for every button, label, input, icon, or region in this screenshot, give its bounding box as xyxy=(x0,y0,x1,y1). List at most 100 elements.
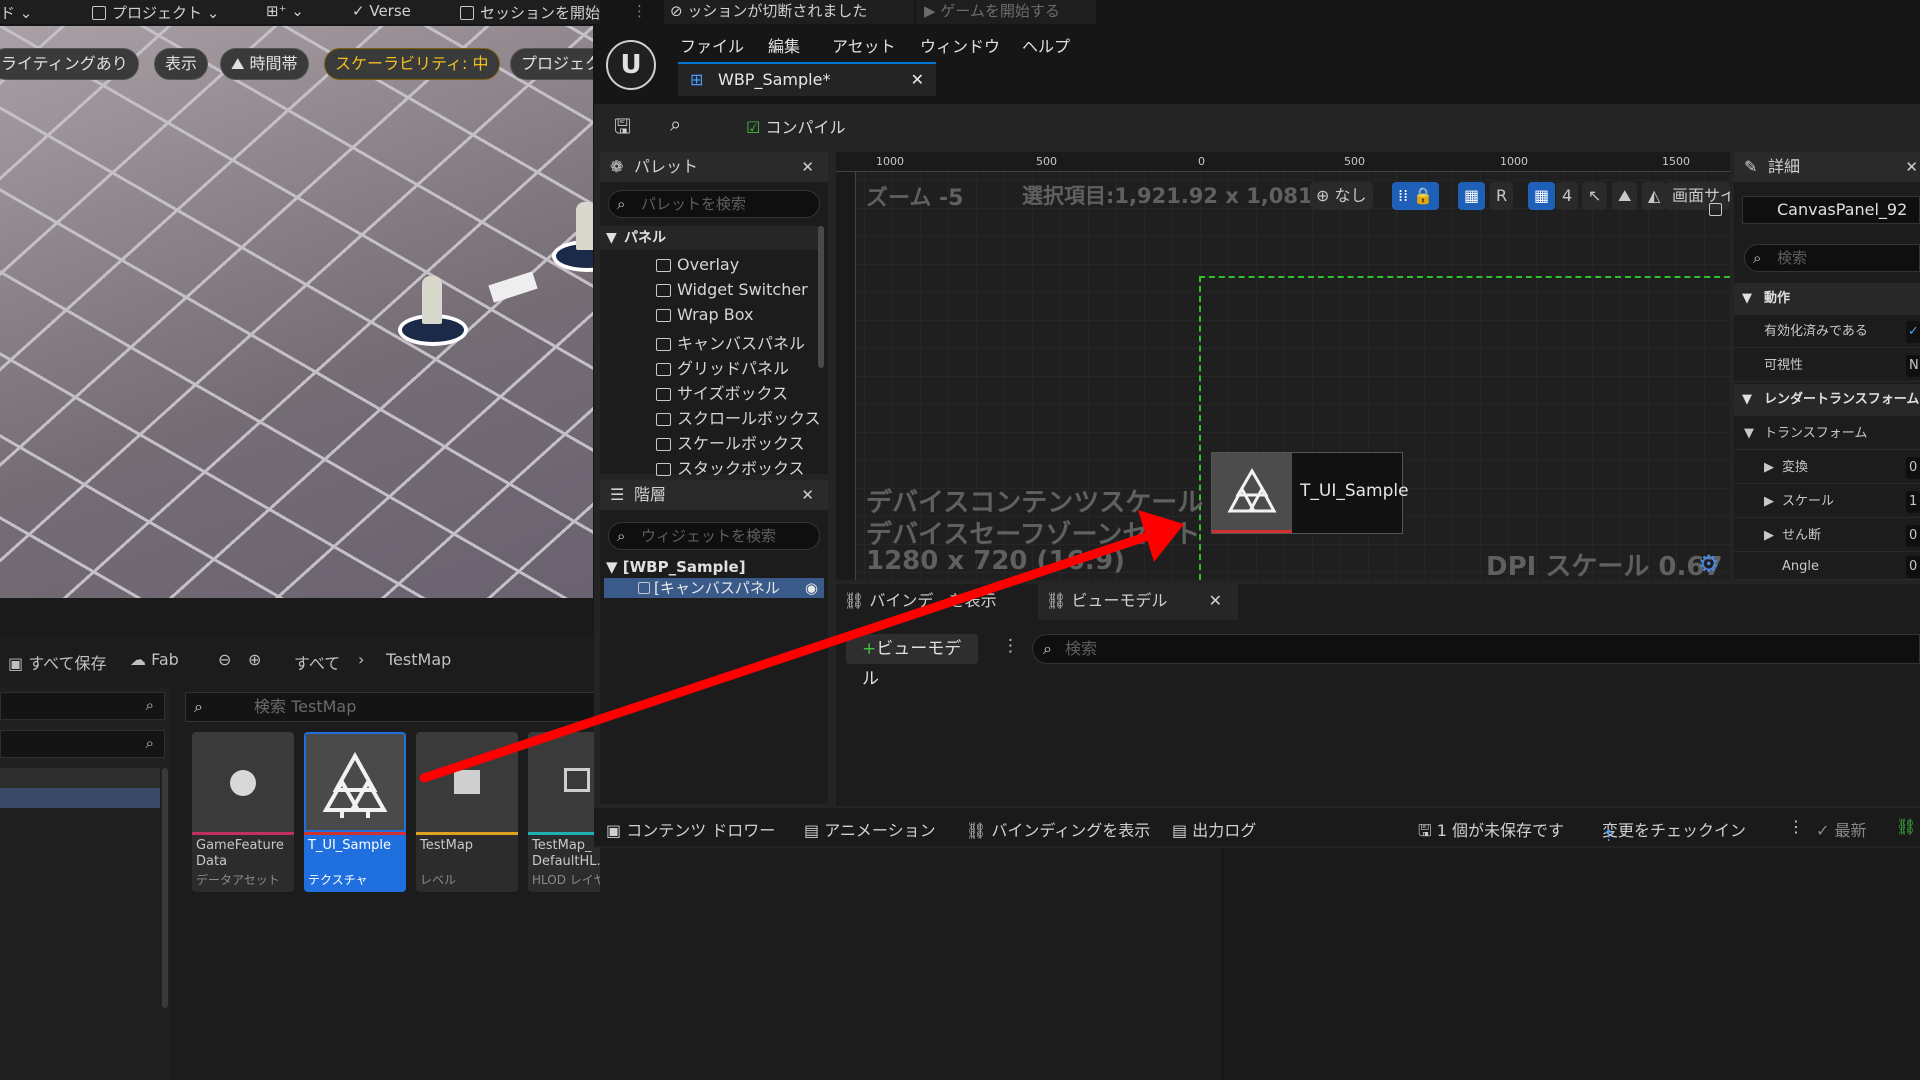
menu-edit[interactable]: 編集 xyxy=(768,33,800,57)
tab-bindings[interactable]: ⛓ バインデ...を表示 xyxy=(836,584,1036,620)
history-forward-icon[interactable]: ⊕ xyxy=(248,650,261,669)
fab-button[interactable]: ☁ Fab xyxy=(130,650,179,669)
layout-toggle[interactable]: ▦ xyxy=(1458,182,1486,210)
section-behavior[interactable]: ▼ 動作 xyxy=(1734,283,1920,315)
respect-locks-toggle[interactable]: R xyxy=(1490,182,1514,210)
palette-item-grid-panel[interactable]: グリッドパネル xyxy=(656,355,789,379)
folder-row-selected[interactable] xyxy=(0,788,160,808)
scrollbar[interactable] xyxy=(162,768,168,1008)
details-search-input[interactable]: ⌕ 検索 xyxy=(1744,244,1920,272)
grid-snap-toggle[interactable]: ▦ xyxy=(1528,182,1556,210)
save-icon[interactable]: 🖫 xyxy=(614,112,631,146)
enabled-checkbox[interactable]: ✓ xyxy=(1906,321,1920,343)
dropdown-chevron-icon[interactable]: ド ⌄ xyxy=(0,2,32,23)
scalability-pill[interactable]: スケーラビリティ: 中 xyxy=(324,48,500,80)
localization-dropdown[interactable]: ⊕ なし xyxy=(1310,182,1373,210)
unreal-logo-icon[interactable]: U xyxy=(606,40,656,90)
save-all-button[interactable]: ▣ すべて保存 xyxy=(8,650,106,674)
palette-item-wrap-box[interactable]: Wrap Box xyxy=(656,305,753,324)
palette-item-scale-box[interactable]: スケールボックス xyxy=(656,430,805,454)
character-spawner-1[interactable] xyxy=(398,276,468,346)
row-shear[interactable]: ▶ せん断 0 xyxy=(1734,520,1920,552)
palette-item-size-box[interactable]: サイズボックス xyxy=(656,380,788,404)
asset-tile-t-ui-sample[interactable]: T_UI_Sample テクスチャ xyxy=(304,732,406,892)
session-start-button[interactable]: セッションを開始 xyxy=(460,2,600,23)
palette-item-widget-switcher[interactable]: Widget Switcher xyxy=(656,280,808,299)
checkin-button[interactable]: ⇡ 変更をチェックイン xyxy=(1602,817,1746,845)
breadcrumb-root[interactable]: すべて xyxy=(294,650,340,674)
sync-latest-button[interactable]: ✓ 最新 xyxy=(1816,817,1867,841)
row-transform[interactable]: ▼ トランスフォーム xyxy=(1734,418,1920,450)
canvas-panel-bounds[interactable] xyxy=(1199,276,1730,580)
folder-row[interactable] xyxy=(0,768,160,788)
row-angle[interactable]: Angle 0 xyxy=(1734,554,1920,580)
unsaved-indicator-button[interactable]: 🖫 1 個が未保存です xyxy=(1418,817,1564,847)
row-translation[interactable]: ▶ 変換 0 xyxy=(1734,452,1920,484)
grid-size-value[interactable]: 4 xyxy=(1556,182,1579,210)
palette-item-stack-box[interactable]: スタックボックス xyxy=(656,455,805,479)
character-spawner-2[interactable] xyxy=(552,202,593,272)
folder-search-input[interactable]: ⌕ xyxy=(0,692,165,720)
menu-window[interactable]: ウィンドウ xyxy=(920,33,1000,57)
asset-search-input[interactable]: ⌕ 検索 TestMap xyxy=(185,692,600,722)
output-log-button[interactable]: ▤ 出力ログ xyxy=(1172,817,1256,841)
palette-search-input[interactable]: ⌕ パレットを検索 xyxy=(608,190,820,218)
palette-scrollbar[interactable] xyxy=(818,226,824,368)
dpi-settings-gear-icon[interactable]: ⚙ xyxy=(1698,550,1720,578)
dropped-image-widget[interactable]: T_UI_Sample xyxy=(1211,452,1409,534)
palette-item-canvas-panel[interactable]: キャンバスパネル xyxy=(656,330,805,354)
lock-toggle[interactable]: ⁞⁞ 🔒 xyxy=(1392,182,1440,210)
details-close-icon[interactable]: ✕ xyxy=(1905,152,1918,182)
show-pill[interactable]: 表示 xyxy=(154,48,209,80)
angle-value[interactable]: 0 xyxy=(1906,556,1920,578)
source-control-icon[interactable]: ⛓ xyxy=(1896,817,1916,836)
cursor-tool-icon[interactable]: ↖ xyxy=(1582,182,1608,210)
add-viewmodel-button[interactable]: +ビューモデル xyxy=(846,634,978,689)
palette-item-overlay[interactable]: Overlay xyxy=(656,255,739,274)
menu-asset[interactable]: アセット xyxy=(832,33,896,57)
tab-close-icon[interactable]: ✕ xyxy=(1209,584,1222,618)
palette-category-panel[interactable]: ▼ パネル xyxy=(600,226,820,250)
animation-button[interactable]: ▤ アニメーション xyxy=(804,817,936,841)
more-options-icon[interactable]: ⋮ xyxy=(1002,636,1019,656)
flip-tool-icon[interactable]: ◭ xyxy=(1642,182,1667,210)
level-viewport[interactable]: ライティングあり 表示 ⛰ 時間帯 スケーラビリティ: 中 プロジェク xyxy=(0,26,593,598)
tab-wbp-sample[interactable]: ⊞ WBP_Sample* ✕ xyxy=(678,62,936,96)
section-render-transform[interactable]: ▼ レンダートランスフォーム xyxy=(1734,384,1920,416)
add-content-button[interactable]: ⊞⁺ ⌄ xyxy=(266,2,304,20)
menu-file[interactable]: ファイル xyxy=(680,33,744,57)
more-icon[interactable]: ⋮ xyxy=(632,2,647,20)
more-icon[interactable]: ⋮ xyxy=(1788,817,1804,836)
scale-value[interactable]: 1 xyxy=(1906,491,1920,513)
breadcrumb-current[interactable]: TestMap xyxy=(386,650,451,669)
palette-close-icon[interactable]: ✕ xyxy=(801,152,814,182)
asset-tile-testmap[interactable]: TestMap レベル xyxy=(416,732,518,892)
time-of-day-pill[interactable]: ⛰ 時間帯 xyxy=(220,48,309,80)
lighting-pill[interactable]: ライティングあり xyxy=(0,48,139,80)
tab-viewmodel[interactable]: ⛓ ビューモデル ✕ xyxy=(1038,584,1238,620)
menu-help[interactable]: ヘルプ xyxy=(1022,33,1070,57)
hierarchy-close-icon[interactable]: ✕ xyxy=(801,480,814,510)
compile-button[interactable]: ☑ コンパイル xyxy=(746,114,845,138)
hierarchy-item-canvas-panel[interactable]: [キャンバスパネル ◉ xyxy=(604,578,824,598)
project-menu-button[interactable]: プロジェクト ⌄ xyxy=(92,2,219,23)
show-bindings-button[interactable]: ⛓ バインディングを表示 xyxy=(966,817,1150,841)
shear-value[interactable]: 0 xyxy=(1906,525,1920,547)
palette-item-scroll-box[interactable]: スクロールボックス xyxy=(656,405,821,429)
collection-search-input[interactable]: ⌕ xyxy=(0,730,165,758)
visibility-dropdown[interactable]: N xyxy=(1906,355,1920,377)
start-game-button[interactable]: ▶ ゲームを開始する xyxy=(916,0,1096,24)
browse-icon[interactable]: ⌕ xyxy=(670,112,681,136)
visibility-eye-icon[interactable]: ◉ xyxy=(805,578,818,598)
hierarchy-root[interactable]: ▼ [WBP_Sample] xyxy=(606,558,746,576)
content-drawer-button[interactable]: ▣ コンテンツ ドロワー xyxy=(606,817,775,841)
tab-close-icon[interactable]: ✕ xyxy=(911,64,924,96)
verse-button[interactable]: ✓ Verse xyxy=(352,2,411,20)
project-pill[interactable]: プロジェク xyxy=(510,48,593,80)
device-prop[interactable] xyxy=(488,271,538,303)
history-back-icon[interactable]: ⊖ xyxy=(218,650,231,669)
row-scale[interactable]: ▶ スケール 1 xyxy=(1734,486,1920,518)
hierarchy-search-input[interactable]: ⌕ ウィジェットを検索 xyxy=(608,522,820,550)
component-name-field[interactable]: CanvasPanel_92 xyxy=(1709,196,1920,224)
translation-value[interactable]: 0 xyxy=(1906,457,1920,479)
